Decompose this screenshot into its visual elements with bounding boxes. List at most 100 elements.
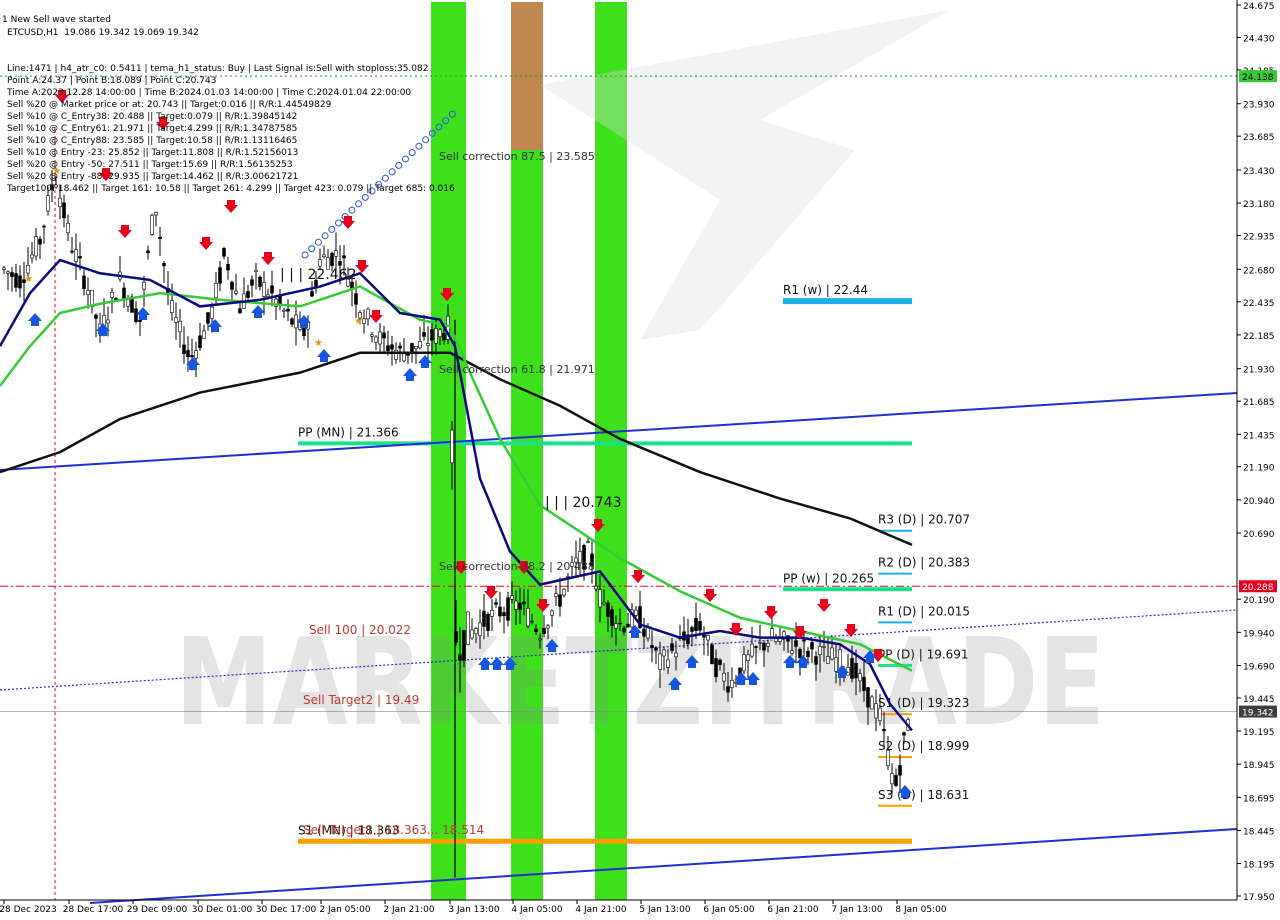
y-tick-label: 19.690 [1243, 662, 1275, 672]
candle-body [70, 250, 74, 253]
info-lines: Line:1471 | h4_atr_c0: 0.5411 | tema_h1_… [7, 63, 455, 194]
candle-body [710, 644, 714, 665]
candle-body [562, 589, 566, 596]
candle-body [214, 283, 218, 299]
candle-body [494, 602, 498, 605]
current-price-tag: 19.342 [1242, 709, 1274, 719]
candle-body [894, 775, 898, 786]
candle-body [2, 267, 6, 270]
candle-body [202, 330, 206, 340]
candle-body [18, 275, 22, 289]
candle-body [370, 334, 374, 337]
candle-body [822, 645, 826, 648]
candle-body [482, 610, 486, 627]
y-tick-label: 18.695 [1243, 794, 1275, 804]
candle-body [750, 643, 754, 657]
candle-body [350, 281, 354, 289]
level-label: R1 (w) | 22.44 [783, 283, 868, 297]
candle-body [310, 291, 314, 297]
candle-body [514, 600, 518, 610]
candle-body [254, 269, 258, 272]
candle-body [594, 585, 598, 590]
candle-body [854, 663, 858, 679]
candle-body [14, 273, 18, 288]
candle-body [706, 634, 710, 641]
candle-body [522, 601, 526, 605]
candle-body [390, 344, 394, 350]
candle-body [142, 281, 146, 290]
candle-body [506, 597, 510, 621]
y-tick-label: 23.180 [1243, 200, 1275, 210]
y-tick-label: 19.940 [1243, 629, 1275, 639]
candle-body [262, 282, 266, 297]
info-line: Sell %10 @ C_Entry88: 23.585 || Target:1… [7, 136, 298, 146]
candle-body [382, 332, 386, 339]
y-tick-label: 23.430 [1243, 167, 1275, 177]
candle-body [354, 293, 358, 305]
candle-body [478, 622, 482, 636]
candle-body [294, 314, 298, 329]
candle-body [694, 617, 698, 631]
candle-body [502, 612, 506, 617]
candle-body [230, 281, 234, 290]
candle-body [542, 627, 546, 635]
candle-body [378, 331, 382, 345]
candle-body [246, 291, 250, 298]
candle-body [874, 703, 878, 719]
candle-body [538, 638, 542, 641]
candle-body [126, 298, 130, 307]
annotation-text: Sell correction 87.5 | 23.585 [439, 150, 595, 163]
candle-body [182, 344, 186, 354]
candle-body [194, 350, 198, 359]
candle-body [466, 611, 470, 645]
y-tick-label: 22.935 [1243, 233, 1275, 243]
candle-body [206, 312, 210, 324]
level-label: R3 (D) | 20.707 [878, 513, 970, 527]
x-tick-label: 5 Jan 13:00 [639, 905, 691, 915]
candle-body [870, 696, 874, 710]
candle-body [162, 263, 166, 267]
level-label: PP (MN) | 21.366 [298, 425, 399, 439]
candle-body [150, 214, 154, 235]
candle-body [318, 259, 322, 267]
candle-body [850, 658, 854, 679]
candle-body [218, 267, 222, 284]
candle-body [282, 309, 286, 312]
candle-body [266, 294, 270, 298]
candle-body [554, 593, 558, 597]
candle-body [146, 250, 150, 254]
candle-body [730, 680, 734, 688]
annotation-text: Sell Target1 | 18.363... 18.514 [303, 823, 484, 837]
level-label: S1 (D) | 19.323 [878, 696, 969, 710]
candle-body [670, 643, 674, 651]
candle-body [110, 292, 114, 298]
candle-body [746, 654, 750, 662]
candle-body [890, 773, 894, 785]
x-tick-label: 2 Jan 21:00 [383, 905, 435, 915]
candle-body [178, 320, 182, 333]
candle-body [62, 202, 66, 219]
candle-body [226, 264, 230, 271]
candle-body [898, 765, 902, 776]
x-tick-label: 29 Dec 09:00 [127, 905, 188, 915]
star-icon: ★ [24, 274, 33, 285]
candle-body [94, 314, 98, 319]
candle-body [422, 332, 426, 337]
level-label: R1 (D) | 20.015 [878, 604, 970, 618]
star-icon: ★ [314, 338, 323, 349]
candle-body [434, 328, 438, 344]
candle-body [866, 687, 870, 708]
x-tick-label: 6 Jan 21:00 [767, 905, 819, 915]
candle-body [654, 647, 658, 651]
candle-body [418, 341, 422, 349]
top-note: 1 New Sell wave started [2, 15, 112, 25]
candle-body [726, 686, 730, 693]
x-tick-label: 4 Jan 21:00 [575, 905, 627, 915]
candle-body [758, 641, 762, 644]
candle-body [586, 541, 590, 544]
info-line: Target100: 18.462 || Target 161: 10.58 |… [7, 184, 455, 194]
candle-body [322, 254, 326, 257]
annotation-text: Sell correction 61.8 | 21.971 [439, 363, 595, 376]
info-line: Sell %20 @ Market price or at: 20.743 ||… [7, 100, 332, 110]
candle-body [742, 654, 746, 672]
